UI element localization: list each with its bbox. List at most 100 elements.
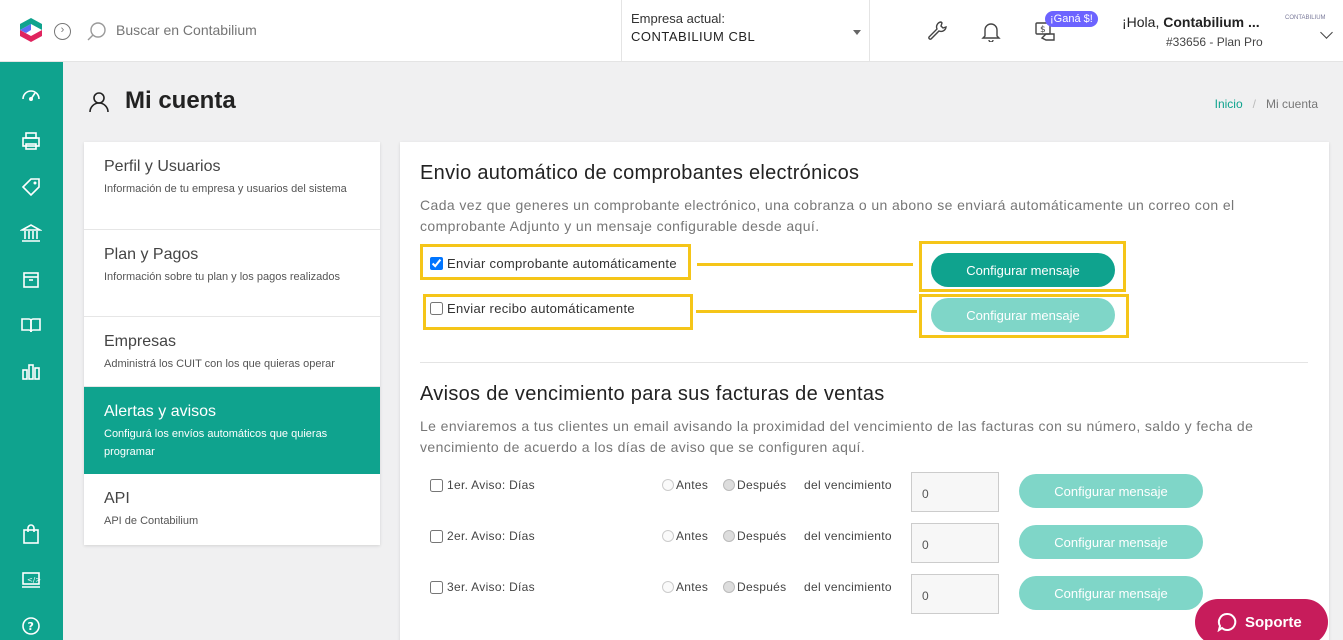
menu-item-empresas[interactable]: Empresas Administrá los CUIT con los que… [84,317,380,387]
menu-item-title: Empresas [104,333,177,350]
user-greeting[interactable]: ¡Hola, Contabilium ... [1122,14,1260,30]
despues-radio[interactable]: Después [723,478,786,492]
enviar-comprobante-checkbox[interactable]: Enviar comprobante automáticamente [430,256,677,271]
svg-text:$: $ [1040,25,1046,35]
avisos-section-desc: Le enviaremos a tus clientes un email av… [420,418,1254,455]
aviso-checkbox[interactable]: 1er. Aviso: Días [430,478,535,492]
search-icon [87,22,106,41]
aviso-row-3: 3er. Aviso: Días Antes Después del venci… [430,574,1300,616]
dias-input[interactable]: 0 [911,574,999,614]
breadcrumb-current: Mi cuenta [1265,97,1318,111]
radio-label: Antes [676,580,709,594]
menu-item-desc: API de Contabilium [104,515,199,527]
aviso-row-2: 2er. Aviso: Días Antes Después del venci… [430,523,1300,565]
svg-text:</>: </> [27,576,41,584]
checkbox-input[interactable] [430,478,443,492]
soporte-label: Soporte [1245,613,1302,631]
radio-label: Después [737,478,787,492]
top-bar: › Empresa actual: CONTABILIUM CBL $ ¡Gan… [0,0,1343,62]
radio-circle[interactable] [723,530,735,542]
user-name: Contabilium ... [1163,14,1260,30]
referral-badge[interactable]: ¡Ganá $! [1045,11,1098,27]
breadcrumb-separator: / [1252,97,1256,111]
configurar-mensaje-recibo-button[interactable]: Configurar mensaje [931,298,1115,332]
menu-item-desc: Administrá los CUIT con los que quieras … [104,358,335,370]
vencimiento-label: del vencimiento [804,580,892,594]
wrench-icon[interactable] [926,20,948,42]
radio-label: Antes [676,529,709,543]
caret-down-icon [853,30,861,35]
checkbox-label: Enviar comprobante automáticamente [447,256,677,271]
sidebar: </> ? [0,62,63,640]
radio-circle[interactable] [662,479,674,491]
checkbox-input[interactable] [430,580,443,594]
book-icon[interactable] [20,314,42,336]
configurar-mensaje-aviso-1-button[interactable]: Configurar mensaje [1019,474,1203,508]
dias-input[interactable]: 0 [911,472,999,512]
despues-radio[interactable]: Después [723,580,786,594]
menu-item-title: Alertas y avisos [104,403,217,420]
envio-section-title: Envio automático de comprobantes electró… [420,162,860,184]
help-icon[interactable]: ? [20,615,42,637]
company-mini-logo: CONTABILIUM [1285,15,1326,21]
account-menu: Perfil y Usuarios Información de tu empr… [84,142,380,545]
checkbox-input[interactable] [430,302,443,315]
svg-text:?: ? [28,620,34,633]
highlight-connector [697,263,913,266]
vencimiento-label: del vencimiento [804,529,892,543]
highlight-connector [696,310,917,313]
antes-radio[interactable]: Antes [662,580,708,594]
user-plan: #33656 - Plan Pro [1166,35,1263,49]
envio-section-desc: Cada vez que generes un comprobante elec… [420,197,1235,234]
user-icon [89,92,109,113]
menu-item-alertas-avisos[interactable]: Alertas y avisos Configurá los envíos au… [84,387,380,474]
aviso-label: 1er. Aviso: Días [447,478,535,492]
soporte-button[interactable]: Soporte [1195,599,1328,640]
box-icon[interactable] [20,268,42,290]
radio-label: Después [737,580,787,594]
despues-radio[interactable]: Después [723,529,786,543]
monitor-icon[interactable]: </> [20,569,42,591]
sidebar-toggle-button[interactable]: › [54,23,71,40]
breadcrumb: Inicio / Mi cuenta [1215,97,1318,111]
configurar-mensaje-comprobante-button[interactable]: Configurar mensaje [931,253,1115,287]
bell-icon[interactable] [980,20,1002,42]
chevron-down-icon[interactable] [1320,26,1333,39]
shopping-bag-icon[interactable] [20,523,42,545]
page-title: Mi cuenta [125,87,236,114]
aviso-checkbox[interactable]: 3er. Aviso: Días [430,580,535,594]
breadcrumb-home-link[interactable]: Inicio [1215,97,1243,111]
radio-circle[interactable] [662,581,674,593]
bank-icon[interactable] [20,222,42,244]
radio-circle[interactable] [723,479,735,491]
menu-item-plan-pagos[interactable]: Plan y Pagos Información sobre tu plan y… [84,230,380,317]
checkbox-input[interactable] [430,257,443,270]
contabilium-logo[interactable] [18,17,44,43]
search-input[interactable] [116,22,596,38]
company-label: Empresa actual: [631,11,725,26]
bar-chart-icon[interactable] [20,360,42,382]
checkbox-input[interactable] [430,529,443,543]
dashboard-icon[interactable] [20,84,42,106]
menu-item-api[interactable]: API API de Contabilium [84,474,380,545]
vencimiento-label: del vencimiento [804,478,892,492]
radio-circle[interactable] [723,581,735,593]
antes-radio[interactable]: Antes [662,529,708,543]
avisos-section-title: Avisos de vencimiento para sus facturas … [420,383,885,405]
dias-input[interactable]: 0 [911,523,999,563]
configurar-mensaje-aviso-3-button[interactable]: Configurar mensaje [1019,576,1203,610]
configurar-mensaje-aviso-2-button[interactable]: Configurar mensaje [1019,525,1203,559]
menu-item-desc: Información sobre tu plan y los pagos re… [104,271,341,283]
menu-item-title: Perfil y Usuarios [104,158,221,175]
company-value: CONTABILIUM CBL [631,29,756,44]
printer-icon[interactable] [20,130,42,152]
enviar-recibo-checkbox[interactable]: Enviar recibo automáticamente [430,301,635,316]
menu-item-perfil-usuarios[interactable]: Perfil y Usuarios Información de tu empr… [84,142,380,230]
antes-radio[interactable]: Antes [662,478,708,492]
checkbox-label: Enviar recibo automáticamente [447,301,635,316]
aviso-checkbox[interactable]: 2er. Aviso: Días [430,529,535,543]
radio-circle[interactable] [662,530,674,542]
tag-icon[interactable] [20,176,42,198]
alerts-panel: Envio automático de comprobantes electró… [400,142,1329,640]
company-selector[interactable]: Empresa actual: CONTABILIUM CBL [621,0,870,62]
